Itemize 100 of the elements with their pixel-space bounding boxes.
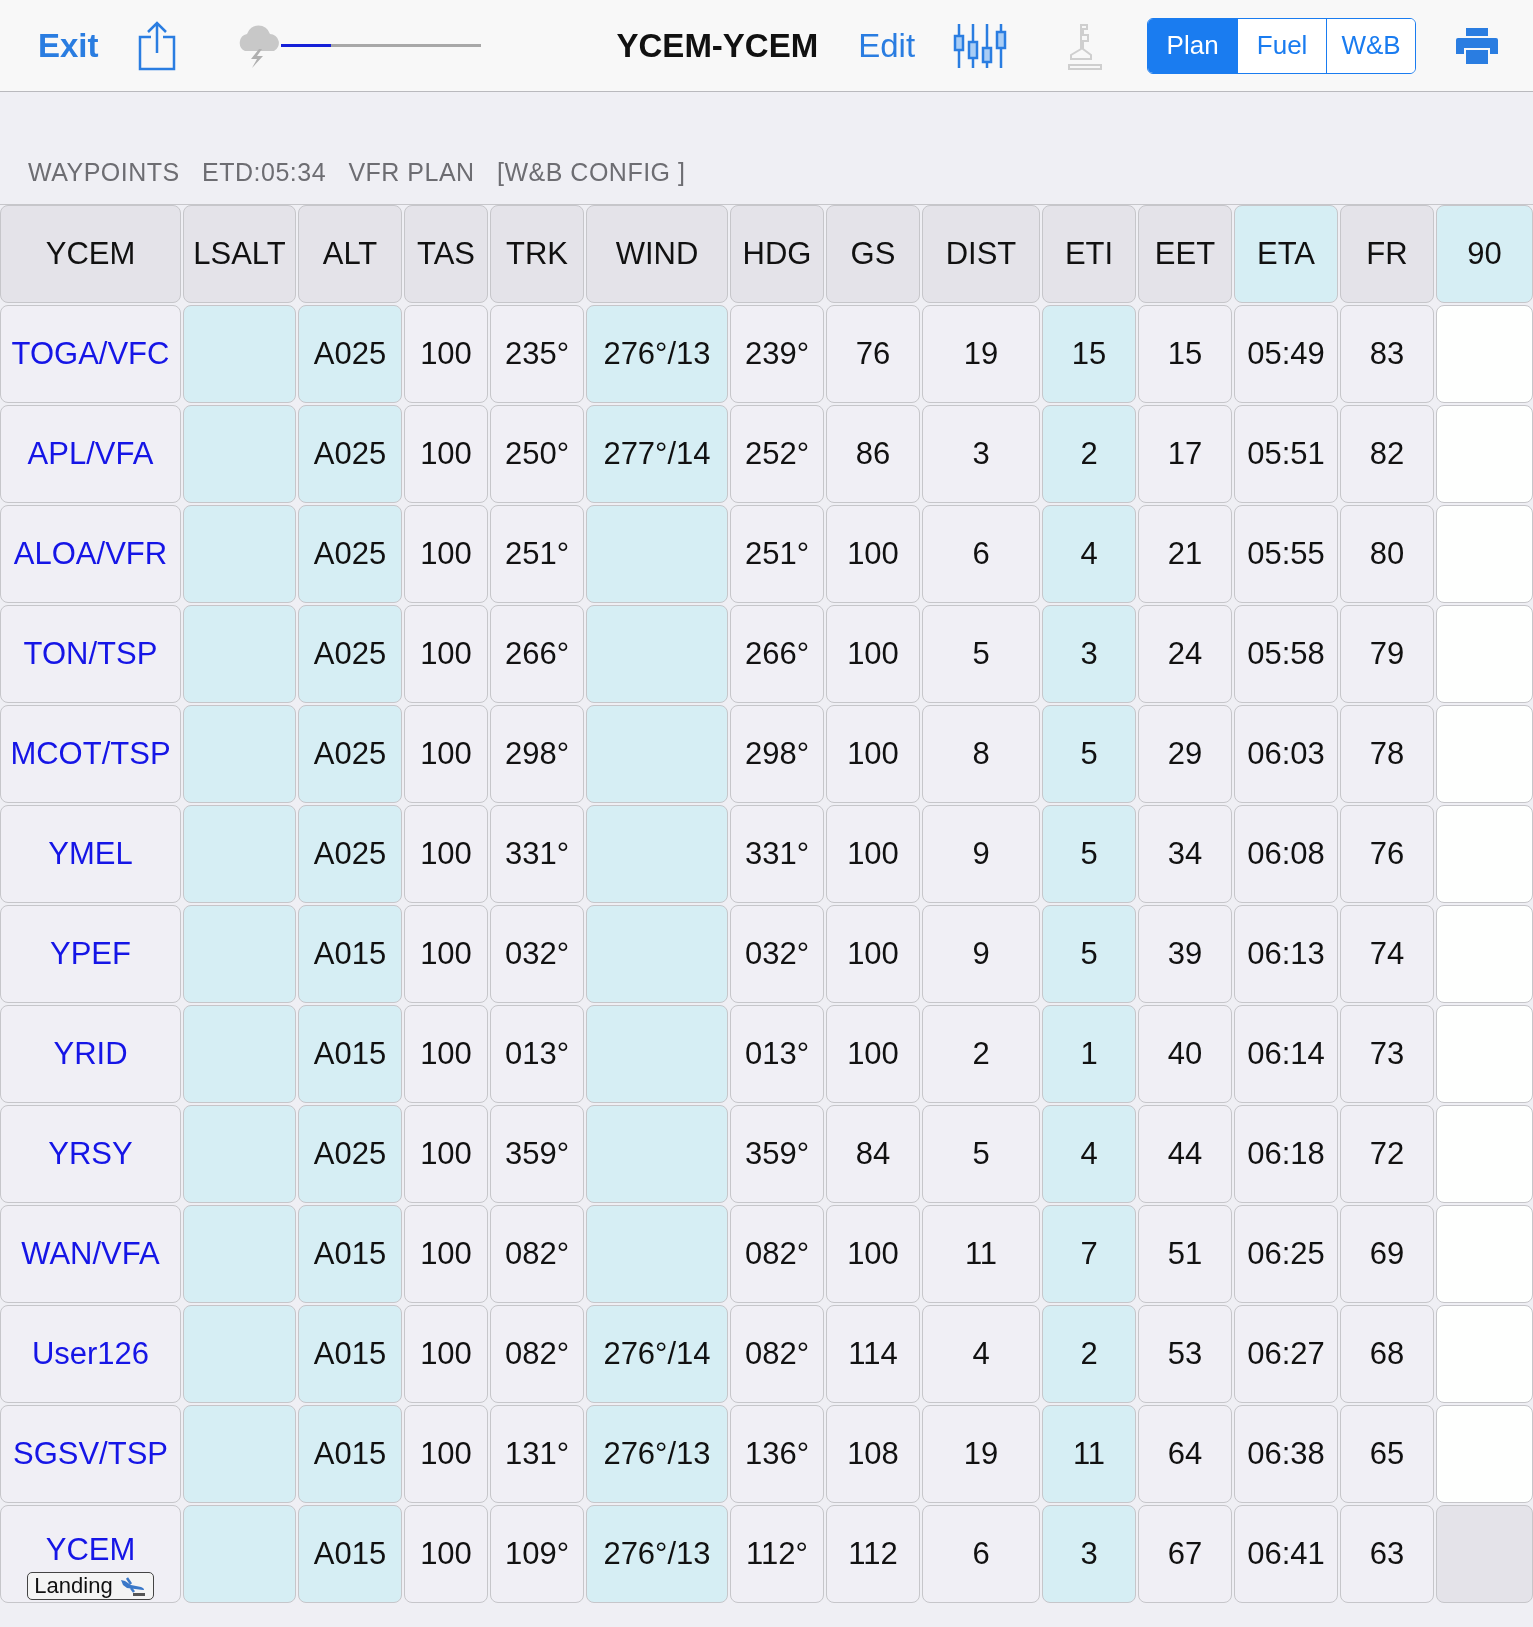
column-header[interactable]: DIST — [922, 205, 1040, 303]
table-cell: A015 — [298, 1205, 402, 1303]
table-cell: 276°/13 — [586, 305, 728, 403]
table-cell: 100 — [404, 1305, 488, 1403]
column-header[interactable]: ETI — [1042, 205, 1136, 303]
table-cell: 013° — [490, 1005, 584, 1103]
weather-slider[interactable] — [280, 44, 481, 47]
table-cell: 65 — [1340, 1405, 1434, 1503]
edit-link[interactable]: Edit — [858, 26, 916, 65]
table-cell: 252° — [730, 405, 824, 503]
table-cell: 24 — [1138, 605, 1232, 703]
table-cell: 17 — [1138, 405, 1232, 503]
table-cell: 276°/13 — [586, 1505, 728, 1603]
table-cell: A025 — [298, 305, 402, 403]
segment-tab[interactable]: Fuel — [1237, 18, 1327, 73]
candlestick-icon[interactable] — [953, 21, 1008, 70]
table-cell: 100 — [826, 905, 920, 1003]
table-cell: 06:27 — [1234, 1305, 1338, 1403]
column-header[interactable]: TAS — [404, 205, 488, 303]
exit-link[interactable]: Exit — [38, 26, 99, 65]
table-cell: 100 — [826, 805, 920, 903]
table-cell: 239° — [730, 305, 824, 403]
table-cell: A015 — [298, 1005, 402, 1103]
table-cell: 51 — [1138, 1205, 1232, 1303]
table-cell: 100 — [826, 705, 920, 803]
column-header[interactable]: FR — [1340, 205, 1434, 303]
table-cell: 80 — [1340, 505, 1434, 603]
table-cell: A015 — [298, 1305, 402, 1403]
table-cell: 19 — [922, 1405, 1040, 1503]
table-cell: 3 — [1042, 605, 1136, 703]
table-cell: 251° — [490, 505, 584, 603]
table-cell: 11 — [922, 1205, 1040, 1303]
table-cell: 100 — [404, 1205, 488, 1303]
waypoint-link[interactable]: YRSY — [48, 1136, 133, 1172]
table-cell: 100 — [826, 1205, 920, 1303]
table-cell: A025 — [298, 705, 402, 803]
table-cell: 76 — [1340, 805, 1434, 903]
table-cell: 53 — [1138, 1305, 1232, 1403]
table-cell: 100 — [404, 1505, 488, 1603]
print-icon[interactable] — [1456, 27, 1499, 64]
segment-tab[interactable]: Plan — [1148, 18, 1238, 73]
table-cell: 100 — [404, 905, 488, 1003]
segment-tab[interactable]: W&B — [1326, 18, 1416, 73]
table-cell: 82 — [1340, 405, 1434, 503]
column-header[interactable]: WIND — [586, 205, 728, 303]
column-header[interactable]: YCEM — [0, 205, 181, 303]
table-cell: 100 — [404, 1005, 488, 1103]
table-cell: 5 — [1042, 805, 1136, 903]
table-cell: 4 — [1042, 505, 1136, 603]
table-cell: 266° — [730, 605, 824, 703]
table-cell: 79 — [1340, 605, 1434, 703]
table-cell: A015 — [298, 905, 402, 1003]
waypoint-link[interactable]: YPEF — [50, 936, 131, 972]
table-cell: 298° — [490, 705, 584, 803]
waypoint-link[interactable]: YRID — [53, 1036, 128, 1072]
table-cell: 06:18 — [1234, 1105, 1338, 1203]
column-header[interactable]: HDG — [730, 205, 824, 303]
table-cell: 63 — [1340, 1505, 1434, 1603]
table-cell: 78 — [1340, 705, 1434, 803]
table-cell: 359° — [490, 1105, 584, 1203]
column-header[interactable]: EET — [1138, 205, 1232, 303]
column-header[interactable]: 90 — [1436, 205, 1533, 303]
column-header[interactable]: GS — [826, 205, 920, 303]
table-cell: 05:55 — [1234, 505, 1338, 603]
table-cell: 3 — [922, 405, 1040, 503]
table-cell: 06:25 — [1234, 1205, 1338, 1303]
table-cell: 05:58 — [1234, 605, 1338, 703]
table-cell: 15 — [1138, 305, 1232, 403]
table-cell: 100 — [404, 605, 488, 703]
table-cell: 9 — [922, 805, 1040, 903]
table-cell: 331° — [730, 805, 824, 903]
column-header[interactable]: TRK — [490, 205, 584, 303]
table-cell: 5 — [1042, 705, 1136, 803]
table-cell: 68 — [1340, 1305, 1434, 1403]
table-cell: 9 — [922, 905, 1040, 1003]
table-cell: 298° — [730, 705, 824, 803]
table-cell: 84 — [826, 1105, 920, 1203]
table-cell: A025 — [298, 405, 402, 503]
table-cell: 266° — [490, 605, 584, 703]
landing-plane-icon — [118, 1576, 147, 1596]
column-header[interactable]: LSALT — [183, 205, 296, 303]
table-cell: 83 — [1340, 305, 1434, 403]
table-cell: 136° — [730, 1405, 824, 1503]
table-cell: 5 — [1042, 905, 1136, 1003]
share-icon[interactable] — [136, 20, 177, 71]
waypoint-link[interactable]: YMEL — [48, 836, 133, 872]
table-cell: 11 — [1042, 1405, 1136, 1503]
plan-summary: WAYPOINTS ETD:05:34 VFR PLAN [W&B CONFIG ] — [27, 157, 687, 188]
table-cell: 67 — [1138, 1505, 1232, 1603]
table-cell: 100 — [826, 605, 920, 703]
waypoint-link[interactable]: YCEM — [45, 1532, 136, 1568]
table-cell: 100 — [404, 305, 488, 403]
table-cell: 032° — [730, 905, 824, 1003]
table-cell: 108 — [826, 1405, 920, 1503]
table-cell: 251° — [730, 505, 824, 603]
column-header[interactable]: ETA — [1234, 205, 1338, 303]
table-cell: 100 — [404, 405, 488, 503]
table-cell: 69 — [1340, 1205, 1434, 1303]
column-header[interactable]: ALT — [298, 205, 402, 303]
table-cell: 4 — [922, 1305, 1040, 1403]
